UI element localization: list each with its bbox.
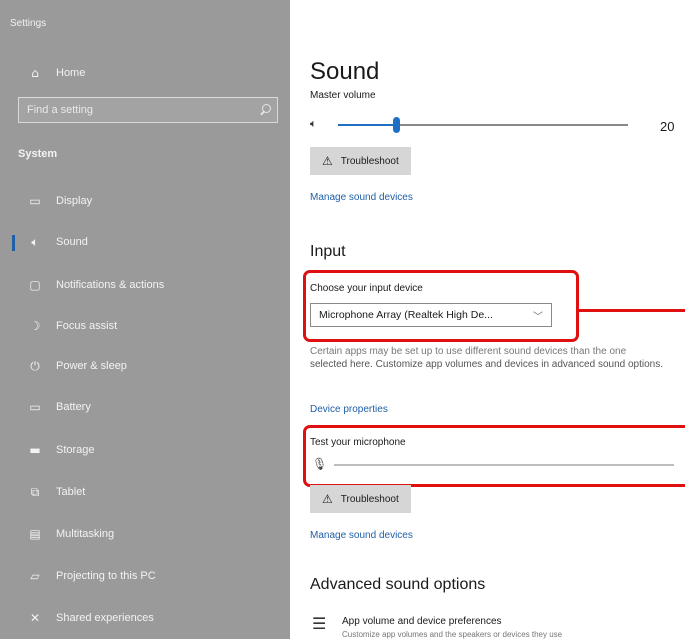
sidebar-item-label: Home bbox=[56, 67, 86, 79]
sidebar-item-label: Multitasking bbox=[56, 528, 115, 540]
mic-level-bar bbox=[334, 464, 674, 466]
sidebar-item-storage[interactable]: ▬ Storage bbox=[0, 435, 290, 465]
master-volume-fill bbox=[338, 124, 396, 126]
input-description: Certain apps may be set up to use differ… bbox=[310, 345, 685, 371]
moon-icon: ☽ bbox=[29, 319, 41, 333]
battery-icon: ▭ bbox=[29, 400, 41, 414]
master-volume-thumb[interactable] bbox=[393, 117, 400, 133]
search-box[interactable] bbox=[18, 97, 278, 123]
troubleshoot-button[interactable]: ⚠ Troubleshoot bbox=[310, 147, 411, 175]
speaker-icon: 🔈︎ bbox=[31, 234, 39, 249]
app-volume-subtitle: Customize app volumes and the speakers o… bbox=[342, 630, 563, 639]
sidebar-item-label: Power & sleep bbox=[56, 360, 127, 372]
advanced-heading: Advanced sound options bbox=[310, 576, 486, 593]
notifications-icon: ▢ bbox=[29, 278, 41, 292]
input-device-selected: Microphone Array (Realtek High De... bbox=[319, 309, 493, 321]
master-volume-label: Master volume bbox=[310, 90, 376, 101]
sidebar-item-home[interactable]: ⌂ Home bbox=[0, 58, 290, 88]
shared-icon: ✕ bbox=[29, 611, 41, 625]
input-device-dropdown[interactable]: Microphone Array (Realtek High De... ﹀ bbox=[310, 303, 552, 327]
power-icon: ⏻ bbox=[30, 358, 40, 373]
sidebar-item-label: Focus assist bbox=[56, 320, 118, 332]
warning-icon: ⚠ bbox=[322, 492, 333, 506]
master-volume-row: 🔈︎ 20 bbox=[310, 115, 680, 135]
sidebar-item-sound[interactable]: 🔈︎ Sound bbox=[0, 227, 290, 257]
microphone-icon: 🎙︎ bbox=[312, 457, 328, 471]
sidebar-item-label: Storage bbox=[56, 444, 95, 456]
storage-icon: ▬ bbox=[29, 443, 41, 457]
search-icon[interactable] bbox=[259, 104, 271, 116]
search-input[interactable] bbox=[27, 104, 227, 116]
input-description-line2: selected here. Customize app volumes and… bbox=[310, 359, 663, 370]
app-title: Settings bbox=[10, 18, 47, 29]
device-properties-link[interactable]: Device properties bbox=[310, 404, 388, 415]
manage-sound-devices-link[interactable]: Manage sound devices bbox=[310, 192, 413, 203]
sidebar-item-label: Notifications & actions bbox=[56, 279, 165, 291]
sidebar-item-projecting[interactable]: ▱ Projecting to this PC bbox=[0, 561, 290, 591]
sidebar-item-focus-assist[interactable]: ☽ Focus assist bbox=[0, 311, 290, 341]
choose-input-label: Choose your input device bbox=[310, 283, 423, 294]
main-pane: Sound Master volume 🔈︎ 20 ⚠ Troubleshoot… bbox=[290, 0, 685, 639]
highlight-box-test-mic bbox=[303, 425, 685, 487]
mixer-icon: ☰ bbox=[312, 614, 327, 633]
home-icon: ⌂ bbox=[31, 66, 39, 80]
troubleshoot-label: Troubleshoot bbox=[340, 493, 399, 505]
multitasking-icon: ▤ bbox=[29, 527, 41, 541]
sidebar-item-power[interactable]: ⏻ Power & sleep bbox=[0, 351, 290, 381]
speaker-icon: 🔈︎ bbox=[310, 117, 317, 130]
mic-level-row: 🎙︎ bbox=[312, 457, 682, 473]
sidebar-item-label: Battery bbox=[56, 401, 91, 413]
master-volume-value: 20 bbox=[660, 119, 675, 134]
app-volume-preferences-item[interactable]: ☰ App volume and device preferences Cust… bbox=[312, 612, 682, 639]
sidebar-item-display[interactable]: ▭ Display bbox=[0, 186, 290, 216]
sidebar-item-label: Sound bbox=[56, 236, 88, 248]
chevron-down-icon: ﹀ bbox=[533, 311, 543, 323]
troubleshoot-button-input[interactable]: ⚠ Troubleshoot bbox=[310, 485, 411, 513]
sidebar-item-shared-experiences[interactable]: ✕ Shared experiences bbox=[0, 603, 290, 633]
tablet-icon: ⧉ bbox=[30, 484, 40, 499]
highlight-connector-line bbox=[579, 309, 685, 312]
sidebar-item-tablet[interactable]: ⧉ Tablet bbox=[0, 477, 290, 507]
manage-sound-devices-link-2[interactable]: Manage sound devices bbox=[310, 530, 413, 541]
sidebar-item-multitasking[interactable]: ▤ Multitasking bbox=[0, 519, 290, 549]
input-description-line1: Certain apps may be set up to use differ… bbox=[310, 346, 627, 357]
sidebar-item-label: Projecting to this PC bbox=[56, 570, 156, 582]
sidebar-item-label: Display bbox=[56, 195, 93, 207]
sidebar-item-notifications[interactable]: ▢ Notifications & actions bbox=[0, 270, 290, 300]
master-volume-slider[interactable] bbox=[338, 117, 628, 133]
page-title: Sound bbox=[310, 58, 380, 85]
display-icon: ▭ bbox=[29, 194, 41, 208]
section-title: System bbox=[18, 148, 58, 160]
troubleshoot-label: Troubleshoot bbox=[340, 155, 399, 167]
sidebar: Settings ⌂ Home System ▭ Display 🔈︎ Soun… bbox=[0, 0, 290, 639]
input-heading: Input bbox=[310, 243, 346, 260]
sidebar-item-label: Tablet bbox=[56, 486, 86, 498]
projecting-icon: ▱ bbox=[30, 569, 40, 583]
warning-icon: ⚠ bbox=[322, 154, 333, 168]
test-mic-label: Test your microphone bbox=[310, 437, 406, 448]
sidebar-item-label: Shared experiences bbox=[56, 612, 154, 624]
sidebar-item-battery[interactable]: ▭ Battery bbox=[0, 392, 290, 422]
app-volume-title: App volume and device preferences bbox=[342, 616, 502, 627]
